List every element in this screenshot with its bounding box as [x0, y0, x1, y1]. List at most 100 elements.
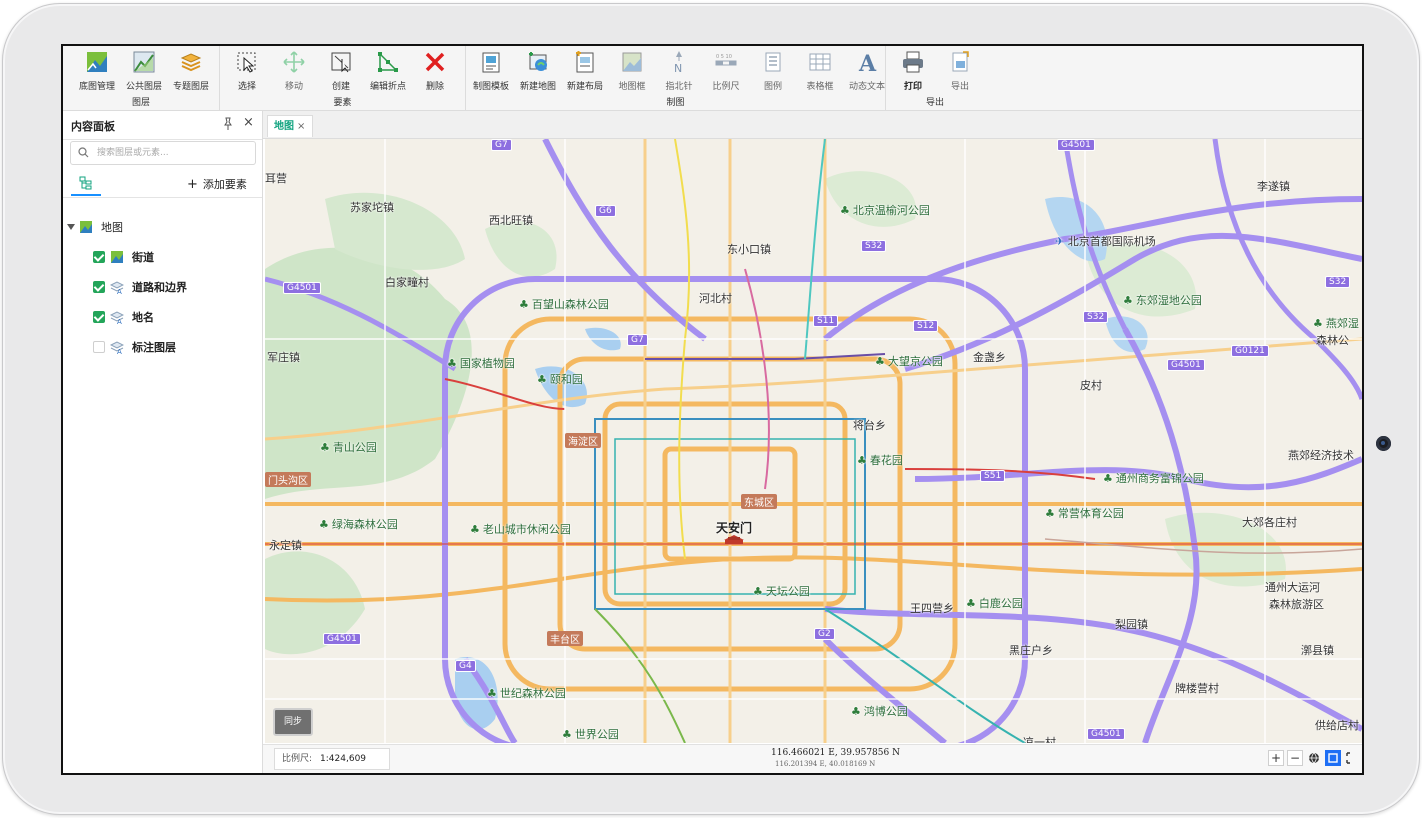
basemap-button[interactable]: 底图管理 — [74, 50, 120, 92]
legend-button[interactable]: 图例 — [750, 50, 796, 92]
tool-label: 表格框 — [806, 82, 834, 92]
close-icon[interactable]: × — [243, 116, 254, 130]
park-label: 鸿博公园 — [851, 703, 908, 719]
print-button[interactable]: 打印 — [890, 50, 936, 92]
scale-bar-button[interactable]: 0 5 10 比例尺 — [703, 50, 749, 92]
layer-checkbox[interactable] — [93, 281, 105, 293]
road-shield: G6 — [595, 205, 616, 217]
district-badge: 海淀区 — [565, 433, 601, 448]
road-shield: G4501 — [1167, 359, 1205, 371]
new-map-button[interactable]: 新建地图 — [515, 50, 561, 92]
tree-view-tab[interactable] — [71, 174, 101, 196]
camera-icon — [1376, 436, 1391, 451]
group-features: 选择 移动 创建 编辑折点 删除 要素 — [220, 46, 466, 110]
basemap-graphics — [265, 139, 1362, 743]
template-button[interactable]: 制图模板 — [468, 50, 514, 92]
place-label: 凉一村 — [1023, 736, 1056, 743]
layer-name: 标注图层 — [132, 341, 176, 354]
new-layout-icon — [576, 51, 594, 73]
export-icon — [952, 51, 969, 72]
tool-label: 专题图层 — [172, 82, 209, 92]
new-map-icon — [529, 52, 547, 71]
place-label: 永定镇 — [269, 539, 302, 552]
layer-name: 道路和边界 — [132, 281, 187, 294]
globe-icon — [1309, 752, 1319, 764]
park-label: 北京温榆河公园 — [840, 202, 930, 218]
place-label: 将台乡 — [853, 419, 886, 432]
tool-label: 打印 — [903, 82, 922, 92]
search-input[interactable] — [95, 144, 249, 162]
layer-checkbox[interactable] — [93, 341, 105, 353]
park-label: 春花园 — [857, 452, 903, 468]
pin-icon[interactable] — [221, 117, 235, 131]
layer-checkbox[interactable] — [93, 311, 105, 323]
tool-label: 比例尺 — [712, 82, 740, 92]
sync-button[interactable]: 同步 — [273, 708, 313, 736]
vector-layer-icon: A — [110, 311, 124, 324]
layer-item-streets[interactable]: 街道 — [93, 247, 154, 267]
create-button[interactable]: 创建 — [318, 50, 364, 92]
tool-label: 动态文本 — [848, 82, 885, 92]
globe-button[interactable] — [1306, 750, 1322, 766]
layer-search-box[interactable] — [70, 141, 256, 165]
svg-text:A: A — [117, 318, 122, 324]
park-label: 大望京公园 — [875, 353, 943, 369]
move-button[interactable]: 移动 — [271, 50, 317, 92]
layer-item-place-names[interactable]: A 地名 — [93, 307, 154, 327]
new-layout-button[interactable]: 新建布局 — [562, 50, 608, 92]
map-canvas[interactable]: 苏家坨镇 西北旺镇 白家疃村 东小口镇 河北村 军庄镇 金盏乡 皮村 将台乡 永… — [265, 139, 1362, 743]
move-icon — [283, 51, 305, 73]
export-button[interactable]: 导出 — [937, 50, 983, 92]
edit-vertex-button[interactable]: 编辑折点 — [365, 50, 411, 92]
tab-label: 地图 — [274, 121, 294, 132]
delete-button[interactable]: 删除 — [412, 50, 458, 92]
cursor-coordinates: 116.466021 E, 39.957856 N — [771, 748, 900, 758]
content-panel: 内容面板 × + 添加要素 地图 街道 — [63, 111, 263, 773]
app-window: 底图管理 公共图层 专题图层 图层 选择 移动 创建 编辑折点 删除 要素 制图… — [61, 44, 1364, 775]
place-label: 通州大运河 — [1265, 581, 1320, 594]
place-label: 耳营 — [265, 172, 287, 185]
layer-name: 街道 — [132, 251, 154, 264]
dynamic-text-icon: A — [858, 51, 877, 74]
square-view-icon — [1328, 753, 1338, 763]
tool-label: 底图管理 — [78, 82, 115, 92]
tree-root-map[interactable]: 地图 — [67, 217, 123, 237]
layer-item-roads-boundaries[interactable]: A 道路和边界 — [93, 277, 187, 297]
road-shield: S11 — [813, 315, 839, 327]
road-shield: G0121 — [1231, 345, 1269, 357]
fullscreen-button[interactable] — [1344, 750, 1358, 766]
zoom-in-button[interactable]: + — [1268, 750, 1284, 766]
layer-item-annotation[interactable]: A 标注图层 — [93, 337, 176, 357]
north-arrow-button[interactable]: N 指北针 — [656, 50, 702, 92]
thematic-layer-button[interactable]: 专题图层 — [168, 50, 214, 92]
map-frame-button[interactable]: 地图框 — [609, 50, 655, 92]
place-label: 河北村 — [699, 292, 732, 305]
tool-label: 选择 — [237, 82, 256, 92]
park-label: 颐和园 — [537, 371, 583, 387]
panel-title: 内容面板 — [71, 120, 115, 133]
search-icon — [78, 147, 89, 158]
caret-down-icon[interactable] — [67, 224, 75, 230]
panel-header: 内容面板 × — [63, 111, 262, 140]
public-layer-button[interactable]: 公共图层 — [121, 50, 167, 92]
place-label: 黑庄户乡 — [1009, 644, 1053, 657]
group-label: 导出 — [925, 98, 944, 108]
view-toggle-button[interactable] — [1325, 750, 1341, 766]
tool-label: 图例 — [763, 82, 782, 92]
printer-icon — [903, 51, 923, 73]
layer-checkbox[interactable] — [93, 251, 105, 263]
zoom-out-button[interactable]: − — [1287, 750, 1303, 766]
select-button[interactable]: 选择 — [224, 50, 270, 92]
table-frame-button[interactable]: 表格框 — [797, 50, 843, 92]
tab-close-icon[interactable]: × — [297, 121, 305, 132]
svg-text:A: A — [117, 288, 122, 294]
place-label: 大郊各庄村 — [1242, 516, 1297, 529]
dynamic-text-button[interactable]: A 动态文本 — [844, 50, 890, 92]
scale-box[interactable]: 比例尺: 1:424,609 — [274, 748, 390, 770]
svg-text:A: A — [858, 51, 877, 74]
district-badge: 丰台区 — [547, 631, 583, 646]
tile-layer-icon — [111, 251, 123, 263]
park-label: 百望山森林公园 — [519, 296, 609, 312]
tab-map[interactable]: 地图 × — [267, 115, 313, 137]
add-feature-button[interactable]: + 添加要素 — [187, 176, 247, 192]
